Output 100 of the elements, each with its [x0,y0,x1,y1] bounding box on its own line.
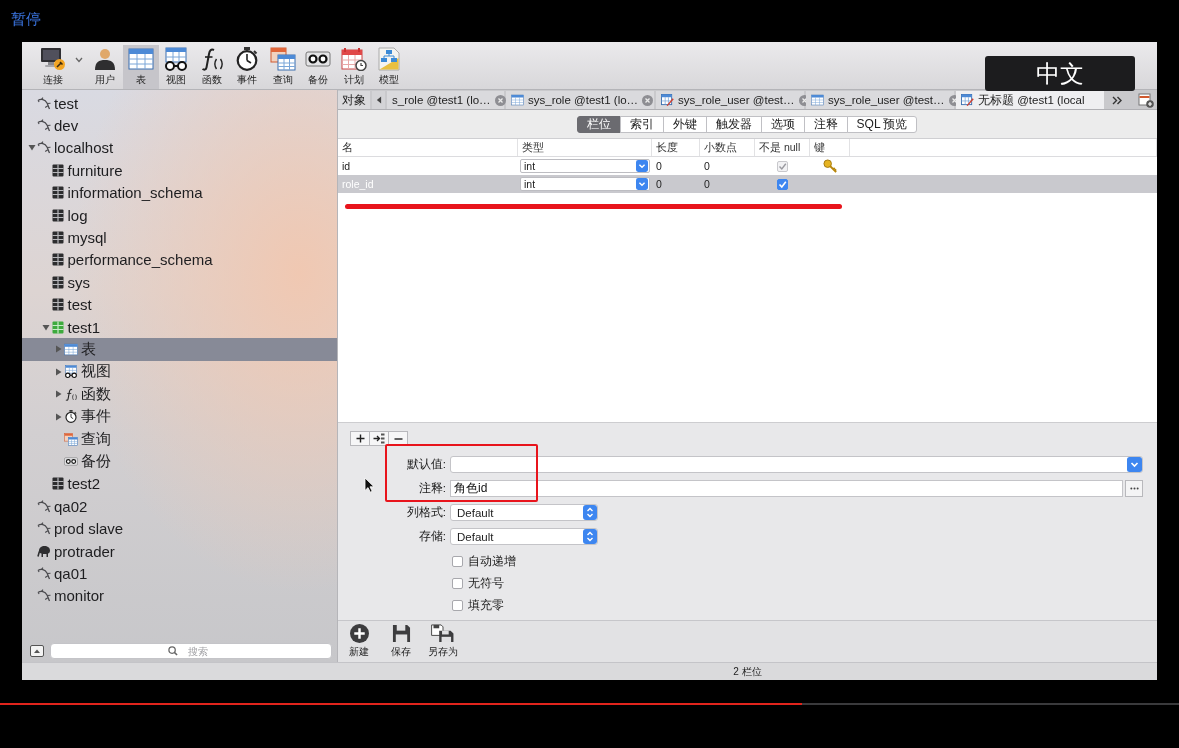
toolbar-button[interactable]: 表 [123,45,159,89]
tree-item[interactable]: 视图 [22,360,337,384]
tree-item[interactable]: prod slave [22,517,337,540]
tree-item[interactable]: localhost [22,136,337,160]
search-field[interactable]: 搜索 [50,643,332,659]
tree-item[interactable]: performance_schema [22,248,337,272]
stopwatch-icon [64,410,78,424]
toolbar-button[interactable]: 函数 [194,45,230,89]
dolphin-icon [37,566,51,580]
tab[interactable]: 对象 [338,91,370,109]
checkbox[interactable] [452,599,463,611]
tree-item[interactable]: information_schema [22,181,337,204]
text-field[interactable]: 角色id [450,480,1123,497]
tree-item[interactable]: dev [22,114,337,137]
checkbox[interactable] [777,178,788,190]
type-select[interactable]: int [520,177,650,191]
disclosure-triangle-icon[interactable] [28,144,36,152]
combo-box[interactable] [450,456,1143,473]
tree-item[interactable]: test [22,92,337,115]
scroll-left-button[interactable] [372,91,385,109]
checkbox-label: 自动递增 [468,553,516,569]
segment-tab[interactable]: 外键 [662,115,707,133]
toolbar-button[interactable]: 计划 [336,45,372,89]
field-label: 列格式: [406,505,446,520]
tree-item[interactable]: 备份 [22,450,337,473]
column-header: 名 [338,139,518,156]
dolphin-icon [37,499,51,513]
segment-tab[interactable]: 选项 [760,115,805,133]
toolbar-button[interactable]: 备份 [300,45,336,89]
tree-item[interactable]: sys [22,271,337,294]
tree-item[interactable]: qa01 [22,562,337,585]
column-header: 类型 [518,139,652,156]
elephant-icon [37,544,51,558]
toolbar-button[interactable]: 视图 [158,45,194,89]
toolbar-button[interactable]: 模型 [371,45,407,89]
mouse-pointer-icon [364,477,375,493]
tab[interactable]: sys_role @test1 (lo… [506,91,654,109]
toolbar-button[interactable]: 查询 [265,45,301,89]
tab[interactable]: 无标题 @test1 (local [956,91,1104,109]
checkbox[interactable] [452,555,463,567]
segment-tab[interactable]: 注释 [803,115,848,133]
tree-item[interactable]: log [22,203,337,227]
column-header: 不是 null [755,139,810,156]
column-header: 小数点 [700,139,755,156]
tree-item[interactable]: monitor [22,584,337,607]
segment-tab[interactable]: 触发器 [705,115,762,133]
toolbar-button[interactable]: 用户 [87,45,123,89]
tree-item[interactable]: 查询 [22,427,337,451]
dropdown-caret-icon[interactable] [75,56,83,63]
table-cell-text: 0 [655,159,663,174]
toolbar-button[interactable]: 新建 [341,624,377,659]
checkbox-label: 填充零 [468,597,504,613]
tree-item[interactable]: test1 [22,315,337,339]
dolphin-icon [37,119,51,133]
table-cell-text: id [341,159,352,174]
insert-column-button[interactable] [369,431,389,446]
tree-item[interactable]: mysql [22,226,337,249]
tree-item[interactable]: 函数 [22,383,337,406]
stepper-arrows-icon [583,505,597,520]
toolbar-button[interactable]: 事件 [229,45,265,89]
tree-item[interactable]: test2 [22,472,337,496]
tree-item[interactable]: qa02 [22,495,337,518]
tab[interactable]: sys_role_user @test… [806,91,954,109]
column-header: 键 [810,139,850,156]
checkbox-label: 无符号 [468,575,504,591]
segment-tab[interactable]: SQL 预览 [846,115,918,133]
popup-select[interactable]: Default [450,528,598,545]
disclosure-triangle-icon[interactable] [55,390,62,399]
close-icon[interactable] [494,94,506,106]
tree-item[interactable]: furniture [22,159,337,182]
disclosure-triangle-icon[interactable] [55,412,62,421]
function-icon [64,387,78,401]
popup-select[interactable]: Default [450,504,598,521]
disclosure-triangle-icon[interactable] [41,323,50,331]
tree-item[interactable]: test [22,293,337,316]
tree-item[interactable]: protrader [22,539,337,563]
table-cell-text: 0 [703,177,711,192]
query-table-icon [269,47,296,71]
checkbox[interactable] [452,577,463,589]
double-chevron-icon[interactable] [1112,95,1122,105]
type-select[interactable]: int [520,159,650,173]
tree-item[interactable]: 表 [22,338,337,361]
new-tab-icon[interactable] [1138,92,1154,108]
pause-button[interactable]: 暂停 [11,9,41,29]
segment-tab[interactable]: 栏位 [576,115,621,133]
tab[interactable]: sys_role_user @test… [656,91,804,109]
toolbar-button[interactable]: 保存 [383,624,419,659]
toolbar-button[interactable]: 另存为 [425,624,461,659]
close-icon[interactable] [642,94,654,106]
panel-toggle-icon[interactable] [30,645,44,657]
toolbar-button[interactable]: 连接 [35,45,71,89]
add-column-button[interactable] [350,431,370,446]
disclosure-triangle-icon[interactable] [55,367,62,376]
plus-circle-icon [349,624,369,643]
stepper-arrows-icon [583,529,597,544]
tree-item[interactable]: 事件 [22,405,337,428]
table-row[interactable]: id int 0 0 [338,157,1157,175]
segment-tab[interactable]: 索引 [619,115,664,133]
tab[interactable]: s_role @test1 (lo… [387,91,504,109]
floppy-copy-icon [430,624,456,643]
